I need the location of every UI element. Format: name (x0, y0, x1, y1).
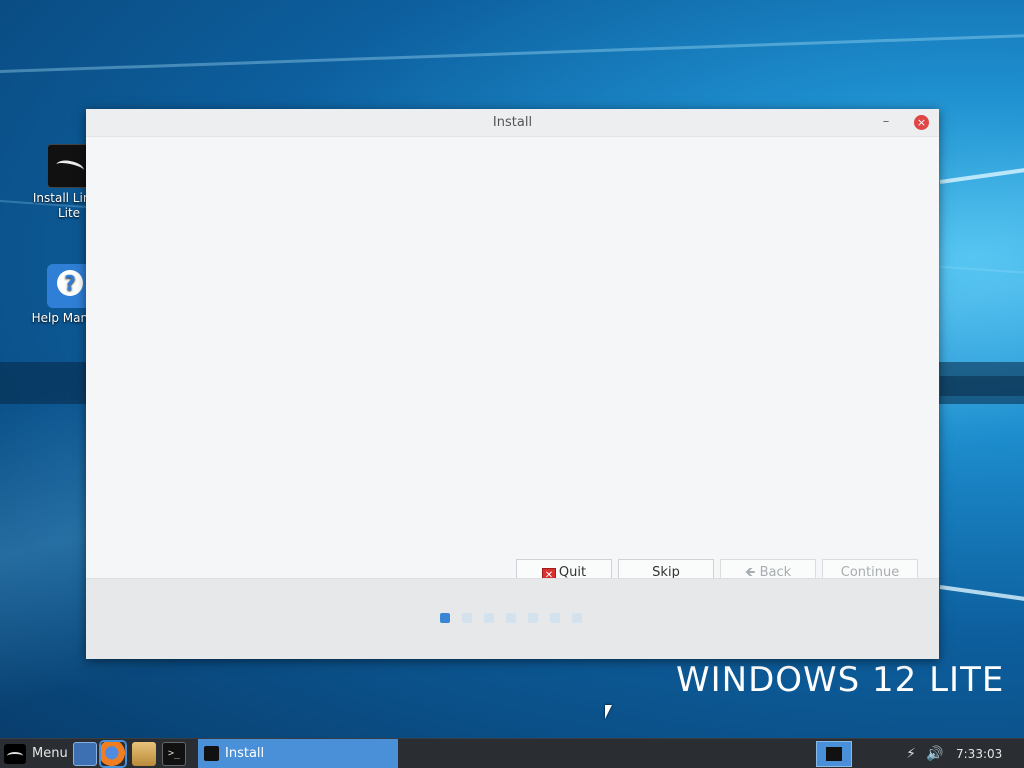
install-app-icon (204, 746, 219, 761)
mouse-cursor-icon (605, 705, 612, 719)
help-manual-icon (47, 264, 91, 308)
tray-workspace-icon[interactable] (816, 741, 852, 767)
linux-lite-logo-icon (4, 744, 26, 764)
minimize-button[interactable]: – (877, 113, 895, 131)
wallpaper-light-beam (939, 585, 1024, 606)
step-dot (550, 613, 560, 623)
step-dot (572, 613, 582, 623)
show-desktop-icon[interactable] (73, 742, 97, 766)
close-button[interactable]: × (914, 115, 929, 130)
network-icon[interactable]: ⚡ (902, 745, 920, 763)
volume-icon[interactable]: 🔊 (925, 745, 945, 763)
start-menu-button[interactable]: Menu (2, 741, 68, 767)
taskbar-item-install[interactable]: Install (198, 739, 398, 768)
installer-content-area: ✕ Quit Skip 🡸 Back Continue (86, 137, 939, 587)
window-title: Install (492, 115, 533, 130)
install-linux-lite-icon (47, 144, 91, 188)
step-dot (462, 613, 472, 623)
taskbar-clock[interactable]: 7:33:03 pm (956, 739, 1024, 768)
install-window: Install – × ✕ Quit Skip 🡸 Back Continue (86, 109, 939, 659)
wallpaper-light-beam (939, 163, 1024, 184)
firefox-icon[interactable] (101, 742, 125, 766)
installer-footer (86, 578, 939, 659)
start-menu-label: Menu (32, 746, 68, 761)
step-dot (484, 613, 494, 623)
taskbar-item-label: Install (225, 746, 265, 761)
window-titlebar[interactable]: Install – × (86, 109, 939, 137)
taskbar: Menu >_ Install ⚡ 🔊 7:33:03 pm (0, 738, 1024, 768)
wallpaper-band (940, 376, 1024, 396)
wallpaper-light-beam (0, 31, 1024, 73)
terminal-icon[interactable]: >_ (162, 742, 186, 766)
step-dot (440, 613, 450, 623)
step-dot (506, 613, 516, 623)
file-manager-icon[interactable] (132, 742, 156, 766)
step-dot (528, 613, 538, 623)
wallpaper-brand-text: WINDOWS 12 LITE (676, 660, 1005, 700)
